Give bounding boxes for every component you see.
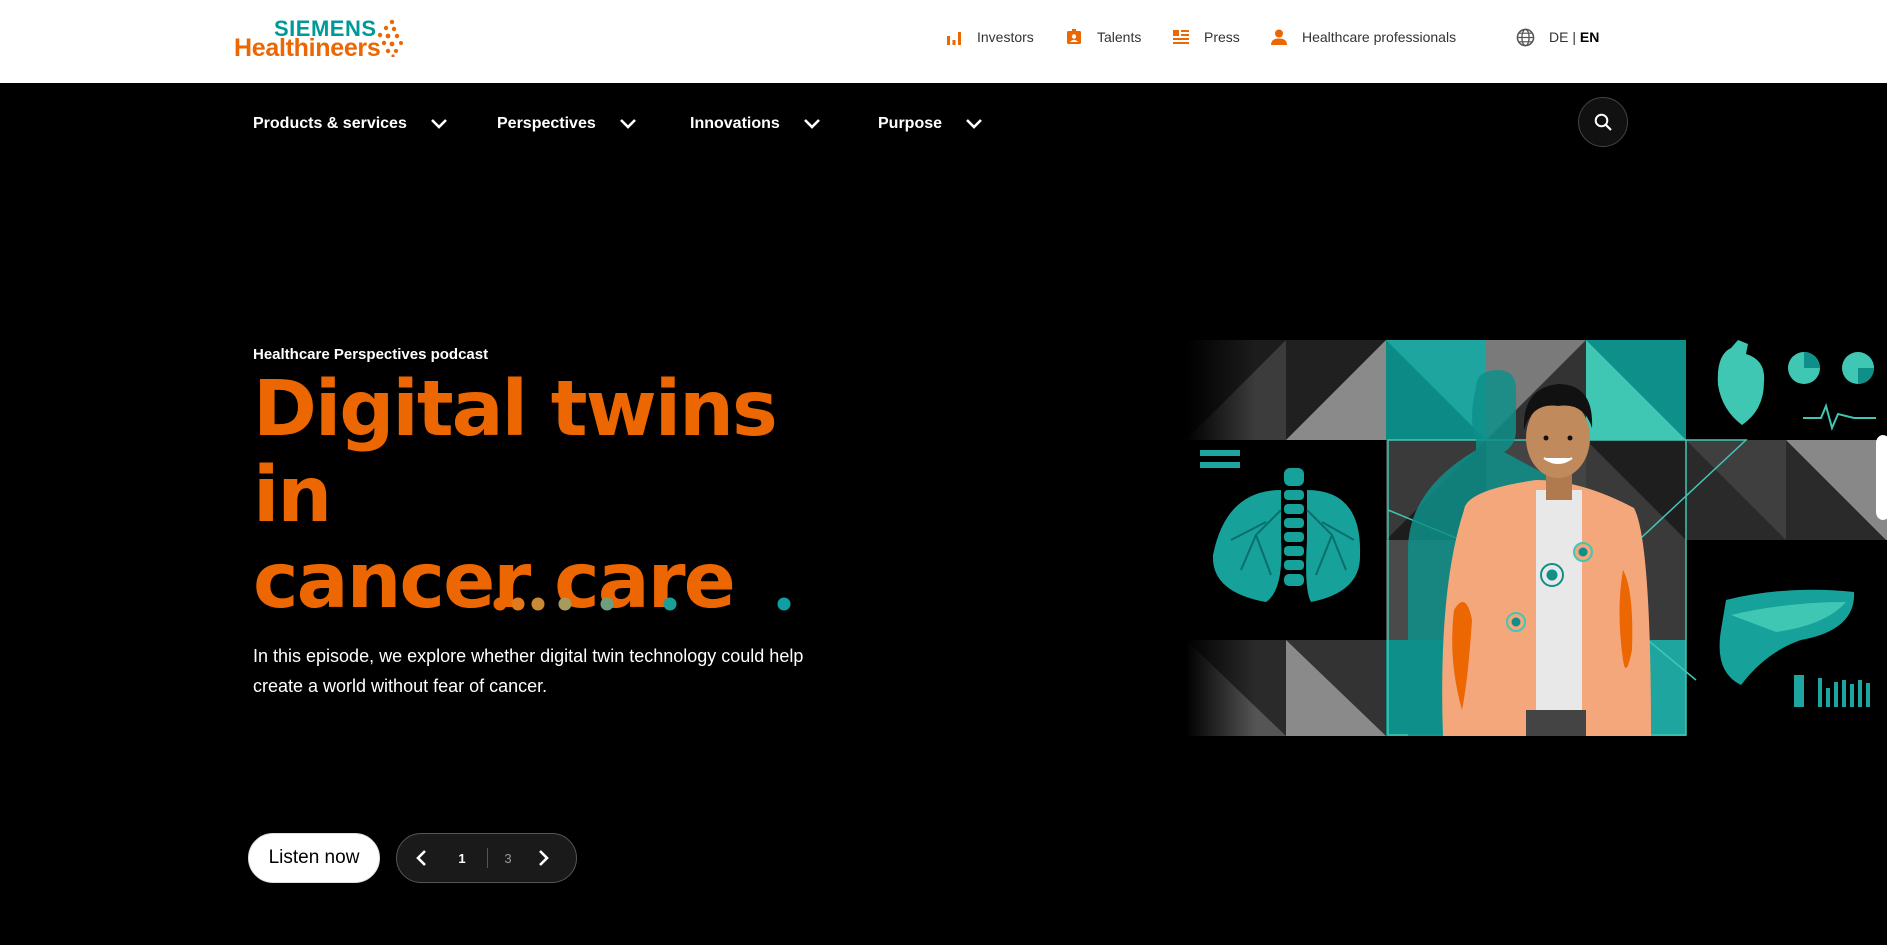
id-badge-icon bbox=[1067, 29, 1081, 44]
chevron-left-icon bbox=[416, 850, 426, 866]
chevron-down-icon bbox=[430, 119, 447, 129]
news-icon bbox=[1173, 30, 1189, 44]
nav-item-products-services[interactable]: Products & services bbox=[253, 109, 449, 139]
utility-link-press[interactable]: Press bbox=[1172, 22, 1240, 52]
carousel-divider bbox=[487, 848, 488, 868]
utility-link-label: Healthcare professionals bbox=[1302, 29, 1457, 45]
hero-eyebrow: Healthcare Perspectives podcast bbox=[253, 346, 489, 363]
hero-headline-line: Digital twins in bbox=[253, 365, 778, 540]
listen-now-button[interactable]: Listen now bbox=[248, 833, 380, 883]
main-navigation: Products & services Perspectives Innovat… bbox=[0, 83, 1887, 163]
user-icon bbox=[1271, 29, 1287, 45]
hero-headline: Digital twins in cancer care bbox=[253, 367, 873, 625]
utility-link-healthcare-professionals[interactable]: Healthcare professionals bbox=[1270, 22, 1456, 52]
bar-chart-icon bbox=[947, 32, 961, 45]
nav-item-innovations[interactable]: Innovations bbox=[690, 109, 822, 139]
globe-icon bbox=[1516, 28, 1535, 46]
hero-description-line: In this episode, we explore whether digi… bbox=[253, 646, 804, 666]
nav-item-purpose[interactable]: Purpose bbox=[878, 109, 984, 139]
chevron-down-icon bbox=[803, 119, 820, 129]
hero-description: In this episode, we explore whether digi… bbox=[253, 641, 833, 701]
language-switcher: DE | EN bbox=[1516, 22, 1599, 52]
search-icon bbox=[1594, 113, 1612, 131]
hero-illustration-digital-twin bbox=[1186, 340, 1887, 736]
language-option-de[interactable]: DE bbox=[1549, 29, 1568, 45]
utility-link-label: Talents bbox=[1097, 29, 1142, 45]
nav-item-perspectives[interactable]: Perspectives bbox=[497, 109, 638, 139]
hero-description-line: create a world without fear of cancer. bbox=[253, 676, 548, 696]
utility-link-label: Investors bbox=[977, 29, 1034, 45]
carousel-prev-button[interactable] bbox=[397, 834, 447, 882]
logo-dots-icon bbox=[377, 19, 403, 57]
nav-item-label: Innovations bbox=[690, 115, 780, 132]
nav-item-label: Purpose bbox=[878, 115, 943, 132]
siemens-healthineers-logo[interactable]: SIEMENS Healthineers bbox=[234, 16, 406, 62]
carousel-next-button[interactable] bbox=[518, 834, 568, 882]
utility-link-investors[interactable]: Investors bbox=[945, 22, 1034, 52]
language-separator: | bbox=[1572, 29, 1576, 45]
chevron-down-icon bbox=[619, 119, 636, 129]
carousel-current-page: 1 bbox=[458, 850, 466, 866]
utility-header: SIEMENS Healthineers Investors Talents P… bbox=[0, 0, 1887, 83]
utility-link-label: Press bbox=[1204, 29, 1240, 45]
language-option-en[interactable]: EN bbox=[1580, 29, 1599, 45]
chevron-right-icon bbox=[539, 850, 549, 866]
utility-link-talents[interactable]: Talents bbox=[1065, 22, 1141, 52]
nav-item-label: Products & services bbox=[253, 115, 407, 132]
decorative-gradient-dots bbox=[493, 597, 791, 611]
chevron-down-icon bbox=[966, 119, 982, 129]
carousel-pager: 1 3 bbox=[396, 833, 577, 883]
carousel-total-pages: 3 bbox=[504, 850, 512, 866]
nav-item-label: Perspectives bbox=[497, 115, 596, 132]
search-button[interactable] bbox=[1578, 97, 1628, 147]
logo-healthineers-text: Healthineers bbox=[234, 34, 381, 62]
